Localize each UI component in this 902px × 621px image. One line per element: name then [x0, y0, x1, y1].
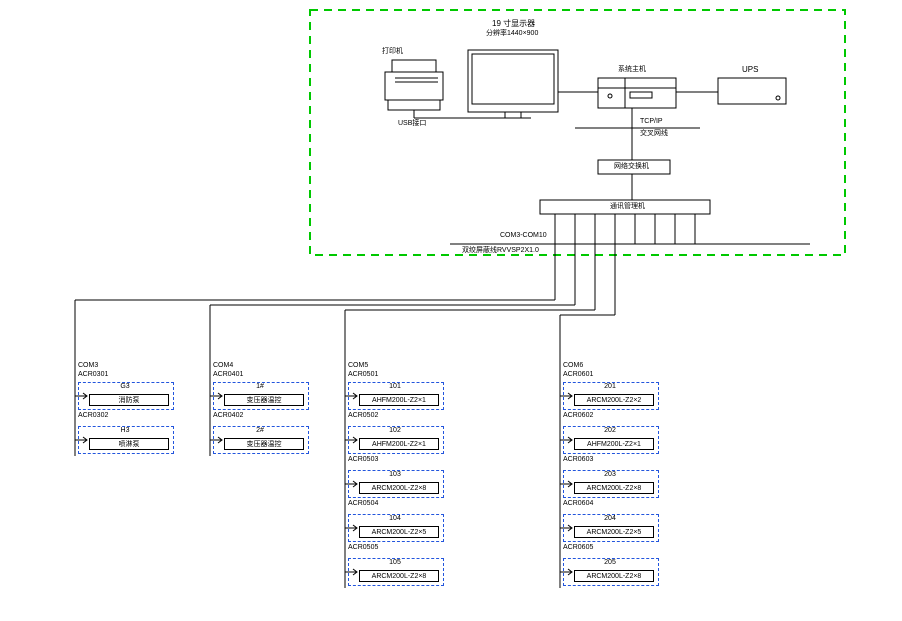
device-box: AHFM200L-Z2×1	[359, 438, 439, 450]
device-slot-label: 103	[365, 471, 425, 478]
branch-addr: ACR0401	[213, 371, 243, 378]
device-slot-label: 205	[580, 559, 640, 566]
device-box: AHFM200L-Z2×1	[574, 438, 654, 450]
device-box: AHFM200L-Z2×1	[359, 394, 439, 406]
device-box: ARCM200L-Z2×8	[574, 570, 654, 582]
usb-label: USB接口	[398, 120, 426, 127]
device-addr: ACR0605	[563, 544, 593, 551]
switch-label: 网络交换机	[614, 163, 649, 170]
device-box: ARCM200L-Z2×8	[574, 482, 654, 494]
com-range-label: COM3-COM10	[500, 232, 547, 239]
device-slot-label: 1#	[230, 383, 290, 390]
boundary-box	[310, 10, 845, 255]
ups-label: UPS	[742, 66, 758, 74]
cable-label: 双绞屏蔽线RVVSP2X1.0	[462, 247, 539, 254]
branch-addr: ACR0301	[78, 371, 108, 378]
branch-com: COM6	[563, 362, 583, 369]
printer-shape	[385, 60, 443, 118]
monitor-label2: 分辨率1440×900	[486, 30, 538, 37]
diagram-canvas	[0, 0, 902, 621]
device-box: 变压器温控	[224, 438, 304, 450]
printer-label: 打印机	[382, 48, 403, 55]
device-slot-label: 105	[365, 559, 425, 566]
crossover-label: 交叉网线	[640, 130, 668, 137]
device-slot-label: 102	[365, 427, 425, 434]
device-slot-label: 2#	[230, 427, 290, 434]
device-addr: ACR0503	[348, 456, 378, 463]
ups-shape	[718, 78, 786, 104]
device-slot-label: 104	[365, 515, 425, 522]
monitor-shape	[468, 50, 558, 118]
device-slot-label: G3	[95, 383, 155, 390]
host-shape	[598, 78, 676, 108]
device-box: 喷淋泵	[89, 438, 169, 450]
collector-label: 通讯管理机	[610, 203, 645, 210]
device-addr: ACR0603	[563, 456, 593, 463]
device-box: 消防泵	[89, 394, 169, 406]
device-addr: ACR0504	[348, 500, 378, 507]
tcpip-label: TCP/IP	[640, 118, 663, 125]
device-addr: ACR0502	[348, 412, 378, 419]
device-slot-label: 203	[580, 471, 640, 478]
branch-com: COM4	[213, 362, 233, 369]
device-slot-label: 201	[580, 383, 640, 390]
host-label: 系统主机	[618, 66, 646, 73]
device-box: ARCM200L-Z2×8	[359, 482, 439, 494]
branch-addr: ACR0601	[563, 371, 593, 378]
device-addr: ACR0505	[348, 544, 378, 551]
device-addr: ACR0602	[563, 412, 593, 419]
branch-com: COM3	[78, 362, 98, 369]
monitor-label1: 19 寸显示器	[492, 20, 535, 28]
device-addr: ACR0604	[563, 500, 593, 507]
branch-addr: ACR0501	[348, 371, 378, 378]
device-addr: ACR0402	[213, 412, 243, 419]
device-slot-label: 204	[580, 515, 640, 522]
device-slot-label: H3	[95, 427, 155, 434]
device-addr: ACR0302	[78, 412, 108, 419]
device-box: ARCM200L-Z2×2	[574, 394, 654, 406]
device-box: ARCM200L-Z2×8	[359, 570, 439, 582]
device-slot-label: 202	[580, 427, 640, 434]
device-box: ARCM200L-Z2×5	[574, 526, 654, 538]
device-box: ARCM200L-Z2×5	[359, 526, 439, 538]
branch-com: COM5	[348, 362, 368, 369]
device-box: 变压器温控	[224, 394, 304, 406]
device-slot-label: 101	[365, 383, 425, 390]
